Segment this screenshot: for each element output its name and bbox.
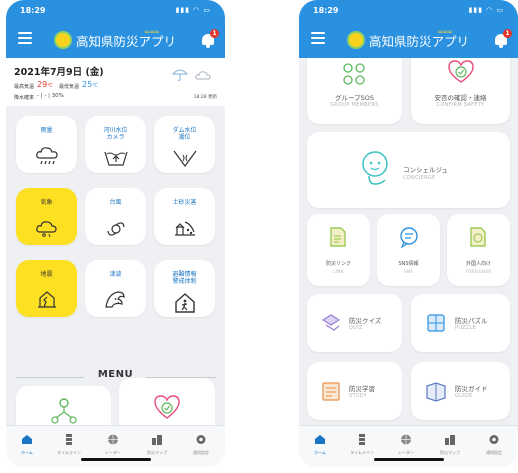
tile-landslide[interactable]: 土砂災害 bbox=[154, 188, 215, 245]
weather-updated-time: 18:28 更新 bbox=[193, 95, 217, 100]
heart-check-icon bbox=[448, 60, 474, 83]
tile-weather[interactable]: 気象 bbox=[16, 188, 77, 245]
status-time: 18:29 bbox=[20, 6, 46, 15]
earthquake-icon bbox=[37, 291, 56, 308]
menu-foreigner[interactable]: 外国人向け FOREIGNER bbox=[447, 214, 510, 286]
hamburger-menu-icon[interactable] bbox=[18, 32, 32, 44]
app-header: 18:29 ▮▮▮ ◠ ▭ 高知県防災アプリ ≈≈≈ 1 bbox=[299, 0, 518, 58]
landslide-icon bbox=[174, 221, 195, 236]
weather-summary[interactable]: 2021年7月9日 (金) 最高気温 29℃ 最低気温 25℃ 降水確率 - |… bbox=[6, 58, 225, 106]
tile-river-camera[interactable]: 河川水位 カメラ bbox=[85, 116, 146, 173]
bottom-tab-bar: ホーム タイムライン レーダー 防災マップ 通知設定 bbox=[6, 425, 225, 467]
signal-wifi-battery-icon: ▮▮▮ ◠ ▭ bbox=[468, 6, 504, 14]
tab-radar[interactable]: レーダー bbox=[385, 430, 427, 456]
min-temp-label: 最低気温 bbox=[59, 84, 80, 90]
notification-bell-icon[interactable]: 1 bbox=[201, 29, 219, 48]
menu-study[interactable]: 防災学習 STUDY bbox=[307, 362, 402, 420]
rain-cloud-icon bbox=[35, 147, 58, 165]
menu-disaster-link[interactable]: 防災リンク LINK bbox=[307, 214, 370, 286]
timeline-icon bbox=[66, 434, 72, 445]
menu-screen: グループSOS GROUP MEMBERS 安否の確認・連絡 CONFIRM S… bbox=[299, 0, 518, 467]
weather-icon bbox=[35, 221, 57, 238]
app-title: 高知県防災アプリ ≈≈≈ bbox=[369, 28, 470, 49]
app-title: 高知県防災アプリ ≈≈≈ bbox=[76, 28, 177, 49]
foreigner-document-icon bbox=[470, 227, 486, 247]
status-time: 18:29 bbox=[313, 6, 339, 15]
signal-wifi-battery-icon: ▮▮▮ ◠ ▭ bbox=[175, 6, 211, 14]
heart-check-icon bbox=[154, 395, 180, 419]
tab-notification-settings[interactable]: 通知設定 bbox=[180, 430, 222, 456]
status-bar: 18:29 ▮▮▮ ◠ ▭ bbox=[313, 6, 504, 20]
map-icon bbox=[445, 435, 455, 445]
tsunami-icon bbox=[104, 291, 125, 308]
menu-puzzle[interactable]: 防災パズル PUZZLE bbox=[411, 294, 510, 352]
app-header: 18:29 ▮▮▮ ◠ ▭ 高知県防災アプリ ≈≈≈ 1 bbox=[6, 0, 225, 58]
tile-evacuation[interactable]: 避難情報 警戒体制 bbox=[154, 260, 215, 317]
settings-icon bbox=[196, 435, 206, 444]
map-icon bbox=[152, 435, 162, 445]
link-document-icon bbox=[330, 227, 346, 247]
status-bar: 18:29 ▮▮▮ ◠ ▭ bbox=[20, 6, 211, 20]
evacuation-icon bbox=[174, 293, 195, 313]
concierge-character-icon bbox=[362, 151, 388, 185]
home-indicator bbox=[374, 458, 444, 461]
settings-icon bbox=[489, 435, 499, 444]
tab-radar[interactable]: レーダー bbox=[92, 430, 134, 456]
max-temp-value: 29℃ bbox=[37, 80, 53, 89]
radar-icon bbox=[108, 434, 118, 445]
menu-sns-info[interactable]: SNS情報 SNS bbox=[377, 214, 440, 286]
dam-icon bbox=[173, 150, 196, 167]
tab-timeline[interactable]: タイムライン bbox=[48, 430, 90, 456]
notification-badge: 1 bbox=[503, 29, 512, 38]
menu-concierge[interactable]: コンシェルジュ CONCIERGE bbox=[307, 132, 510, 208]
typhoon-icon bbox=[106, 222, 125, 236]
tab-home[interactable]: ホーム bbox=[299, 430, 341, 456]
notification-bell-icon[interactable]: 1 bbox=[494, 29, 512, 48]
river-camera-icon bbox=[103, 151, 128, 166]
chat-bubble-icon bbox=[400, 227, 418, 248]
menu-guide[interactable]: 防災ガイド GUIDE bbox=[411, 362, 510, 420]
tab-home[interactable]: ホーム bbox=[6, 430, 48, 456]
weather-date: 2021年7月9日 (金) bbox=[14, 67, 104, 78]
title-accent-icon: ≈≈≈ bbox=[144, 28, 160, 36]
home-screen: 18:29 ▮▮▮ ◠ ▭ 高知県防災アプリ ≈≈≈ 1 2021年7月9日 (金… bbox=[6, 0, 225, 467]
tile-typhoon[interactable]: 台風 bbox=[85, 188, 146, 245]
group-members-icon bbox=[343, 63, 365, 85]
bottom-tab-bar: ホーム タイムライン レーダー 防災マップ 通知設定 bbox=[299, 425, 518, 467]
title-accent-icon: ≈≈≈ bbox=[437, 28, 453, 36]
tile-earthquake[interactable]: 地震 bbox=[16, 260, 77, 317]
radar-icon bbox=[401, 434, 411, 445]
tile-rainfall[interactable]: 雨量 bbox=[16, 116, 77, 173]
app-logo-icon bbox=[347, 31, 365, 49]
puzzle-icon bbox=[427, 314, 445, 332]
tab-notification-settings[interactable]: 通知設定 bbox=[473, 430, 515, 456]
tile-tsunami[interactable]: 津波 bbox=[85, 260, 146, 317]
guide-icon bbox=[426, 382, 446, 402]
menu-quiz[interactable]: 防災クイズ QUIZ bbox=[307, 294, 402, 352]
group-members-icon bbox=[51, 398, 77, 424]
umbrella-icon bbox=[172, 69, 188, 81]
app-logo-icon bbox=[54, 31, 72, 49]
tab-map[interactable]: 防災マップ bbox=[136, 430, 178, 456]
tab-map[interactable]: 防災マップ bbox=[429, 430, 471, 456]
home-icon bbox=[315, 435, 325, 444]
study-icon bbox=[322, 382, 340, 401]
home-icon bbox=[22, 435, 32, 444]
min-temp-value: 25℃ bbox=[82, 80, 98, 89]
notification-badge: 1 bbox=[210, 29, 219, 38]
hamburger-menu-icon[interactable] bbox=[311, 32, 325, 44]
cloud-icon bbox=[195, 71, 211, 80]
timeline-icon bbox=[359, 434, 365, 445]
max-temp-label: 最高気温 bbox=[14, 84, 35, 90]
tile-dam-tide[interactable]: ダム水位 潮位 bbox=[154, 116, 215, 173]
home-indicator bbox=[81, 458, 151, 461]
tab-timeline[interactable]: タイムライン bbox=[341, 430, 383, 456]
quiz-icon bbox=[321, 314, 341, 331]
rain-chance-label: 降水確率 bbox=[14, 95, 35, 101]
rain-chance-values: - | - | 30% bbox=[37, 93, 64, 99]
